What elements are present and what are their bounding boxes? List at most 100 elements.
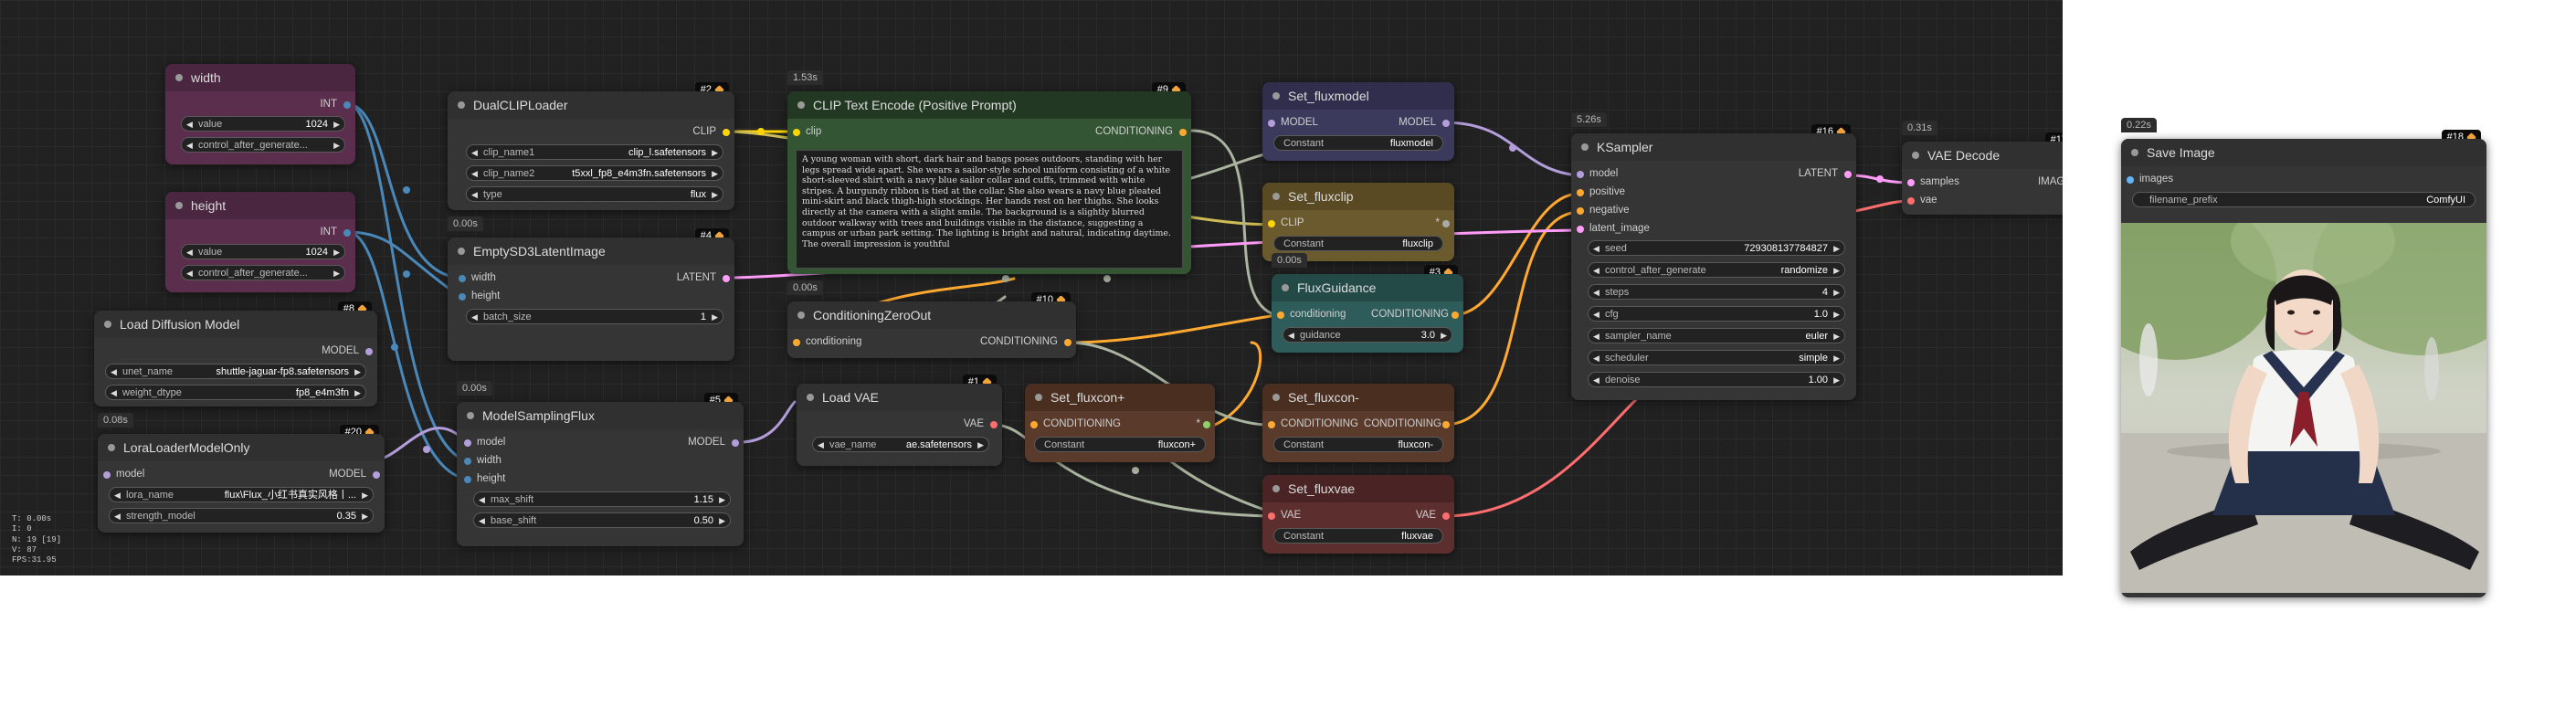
output-port-conditioning[interactable]	[1442, 421, 1450, 428]
input-port-clip[interactable]	[793, 129, 800, 136]
output-port-model[interactable]	[365, 348, 373, 355]
node-set-fluxclip[interactable]: Set_fluxclip CLIP * Constant fluxclip	[1262, 183, 1454, 261]
input-port-width[interactable]	[464, 458, 471, 465]
widget-control-after-generate[interactable]: ◀ control_after_generate... ▶	[181, 137, 345, 153]
output-port-clip[interactable]	[723, 129, 730, 136]
output-port-vae[interactable]	[1442, 512, 1450, 520]
collapse-dot[interactable]	[1272, 394, 1280, 401]
output-port-latent[interactable]	[1844, 171, 1852, 178]
node-lora-loader[interactable]: 0.08s #20 LoraLoaderModelOnly model MODE…	[98, 413, 385, 533]
node-height[interactable]: height INT ◀ value 1024 ▶ ◀ control_after_ge…	[165, 192, 355, 292]
output-port-vae[interactable]	[990, 421, 998, 428]
widget-constant[interactable]: Constant fluxvae	[1273, 528, 1443, 544]
input-port-width[interactable]	[459, 275, 466, 282]
output-port-any[interactable]	[1442, 220, 1450, 227]
input-port-height[interactable]	[464, 476, 471, 483]
input-port-latent-image[interactable]	[1577, 226, 1584, 233]
node-flux-guidance[interactable]: 0.00s #3 FluxGuidance conditioning CONDI…	[1272, 253, 1463, 353]
input-port-vae[interactable]	[1268, 512, 1275, 520]
node-clip-text-encode[interactable]: 1.53s #9 CLIP Text Encode (Positive Prom…	[787, 70, 1191, 274]
widget-sampler-name[interactable]: ◀ sampler_name euler ▶	[1588, 328, 1845, 343]
widget-value[interactable]: ◀ value 1024 ▶	[181, 244, 345, 259]
output-port-conditioning[interactable]	[1179, 129, 1187, 136]
output-port-model[interactable]	[732, 439, 739, 447]
output-port-model[interactable]	[1442, 120, 1450, 127]
widget-batch-size[interactable]: ◀ batch_size 1 ▶	[466, 309, 723, 324]
node-canvas[interactable]: width INT ◀ value 1024 ▶ ◀ control_after_gen…	[0, 0, 2063, 575]
widget-base-shift[interactable]: ◀ base_shift 0.50 ▶	[473, 512, 731, 528]
collapse-dot[interactable]	[175, 202, 183, 209]
collapse-dot[interactable]	[108, 444, 115, 451]
widget-cfg[interactable]: ◀ cfg 1.0 ▶	[1588, 306, 1845, 322]
node-model-sampling-flux[interactable]: 0.00s #5 ModelSamplingFlux model width h…	[457, 381, 744, 546]
widget-strength-model[interactable]: ◀ strength_model 0.35 ▶	[109, 508, 374, 523]
widget-vae-name[interactable]: ◀ vae_name ae.safetensors ▶	[812, 437, 989, 452]
input-port-vae[interactable]	[1907, 197, 1915, 205]
input-port-height[interactable]	[459, 293, 466, 301]
input-port-negative[interactable]	[1577, 207, 1584, 215]
node-load-diffusion-model[interactable]: #8 Load Diffusion Model MODEL ◀ unet_name…	[94, 301, 377, 407]
widget-type[interactable]: ◀ type flux ▶	[466, 186, 723, 202]
widget-clip-name1[interactable]: ◀ clip_name1 clip_l.safetensors ▶	[466, 144, 723, 160]
node-save-image[interactable]: 0.22s #18 Save Image images filename_pre…	[2121, 118, 2486, 597]
collapse-dot[interactable]	[1282, 284, 1289, 291]
input-port-conditioning[interactable]	[1268, 421, 1275, 428]
collapse-dot[interactable]	[1035, 394, 1042, 401]
input-port-model[interactable]	[464, 439, 471, 447]
output-port-conditioning[interactable]	[1064, 339, 1072, 346]
input-port-images[interactable]	[2127, 176, 2134, 184]
widget-control-after-generate[interactable]: ◀ control_after_generate... ▶	[181, 265, 345, 280]
widget-max-shift[interactable]: ◀ max_shift 1.15 ▶	[473, 491, 731, 507]
widget-lora-name[interactable]: ◀ lora_name flux\Flux_小红书真实风格丨... ▶	[109, 487, 374, 502]
widget-seed[interactable]: ◀ seed 729308137784827 ▶	[1588, 240, 1845, 256]
input-port-clip[interactable]	[1268, 220, 1275, 227]
input-port-model[interactable]	[103, 471, 111, 479]
output-port-conditioning[interactable]	[1452, 311, 1459, 319]
collapse-dot[interactable]	[807, 394, 814, 401]
widget-steps[interactable]: ◀ steps 4 ▶	[1588, 284, 1845, 300]
input-port-samples[interactable]	[1907, 179, 1915, 186]
widget-control-after-generate[interactable]: ◀ control_after_generate randomize ▶	[1588, 262, 1845, 278]
widget-constant[interactable]: Constant fluxcon+	[1034, 437, 1206, 452]
widget-denoise[interactable]: ◀ denoise 1.00 ▶	[1588, 372, 1845, 387]
collapse-dot[interactable]	[467, 412, 474, 419]
collapse-dot[interactable]	[1272, 92, 1280, 100]
input-port-conditioning[interactable]	[793, 339, 800, 346]
widget-constant[interactable]: Constant fluxclip	[1273, 236, 1443, 251]
input-port-positive[interactable]	[1577, 189, 1584, 196]
collapse-dot[interactable]	[175, 74, 183, 81]
node-load-vae[interactable]: #1 Load VAE VAE ◀ vae_name ae.safetensors ▶	[797, 375, 1002, 466]
collapse-dot[interactable]	[1912, 152, 1919, 159]
prompt-textarea[interactable]: A young woman with short, dark hair and …	[796, 150, 1183, 269]
input-port-model[interactable]	[1577, 171, 1584, 178]
node-set-fluxvae[interactable]: Set_fluxvae VAE VAE Constant fluxvae	[1262, 475, 1454, 554]
node-conditioning-zero-out[interactable]: 0.00s #10 ConditioningZeroOut conditioni…	[787, 280, 1076, 358]
collapse-dot[interactable]	[458, 101, 465, 109]
collapse-dot[interactable]	[458, 248, 465, 255]
widget-filename-prefix[interactable]: filename_prefix ComfyUI	[2132, 192, 2476, 207]
output-port-int[interactable]	[343, 101, 351, 109]
widget-constant[interactable]: Constant fluxmodel	[1273, 135, 1443, 151]
input-port-conditioning[interactable]	[1030, 421, 1038, 428]
node-set-fluxcon-plus[interactable]: Set_fluxcon+ CONDITIONING * Constant flux…	[1025, 384, 1215, 462]
widget-unet-name[interactable]: ◀ unet_name shuttle-jaguar-fp8.safetensors…	[105, 364, 366, 379]
output-port-model[interactable]	[373, 471, 380, 479]
widget-scheduler[interactable]: ◀ scheduler simple ▶	[1588, 350, 1845, 365]
collapse-dot[interactable]	[797, 311, 805, 319]
collapse-dot[interactable]	[2131, 149, 2138, 156]
collapse-dot[interactable]	[797, 101, 805, 109]
node-set-fluxcon-minus[interactable]: Set_fluxcon- CONDITIONING CONDITIONING C…	[1262, 384, 1454, 462]
widget-constant[interactable]: Constant fluxcon-	[1273, 437, 1443, 452]
node-dual-clip-loader[interactable]: #2 DualCLIPLoader CLIP ◀ clip_name1 clip_l…	[448, 82, 734, 210]
widget-guidance[interactable]: ◀ guidance 3.0 ▶	[1283, 327, 1452, 343]
output-port-int[interactable]	[343, 229, 351, 237]
widget-clip-name2[interactable]: ◀ clip_name2 t5xxl_fp8_e4m3fn.safetensors ▶	[466, 165, 723, 181]
output-image-preview[interactable]	[2121, 223, 2486, 593]
widget-value[interactable]: ◀ value 1024 ▶	[181, 116, 345, 132]
collapse-dot[interactable]	[1272, 485, 1280, 492]
output-port-latent[interactable]	[723, 275, 730, 282]
collapse-dot[interactable]	[104, 321, 111, 328]
node-ksampler[interactable]: 5.26s #16 KSampler model positive negati…	[1571, 112, 1856, 400]
node-vae-decode[interactable]: 0.31s #17 VAE Decode samples vae IMAGE	[1902, 121, 2063, 215]
node-set-fluxmodel[interactable]: Set_fluxmodel MODEL MODEL Constant fluxmo…	[1262, 82, 1454, 161]
